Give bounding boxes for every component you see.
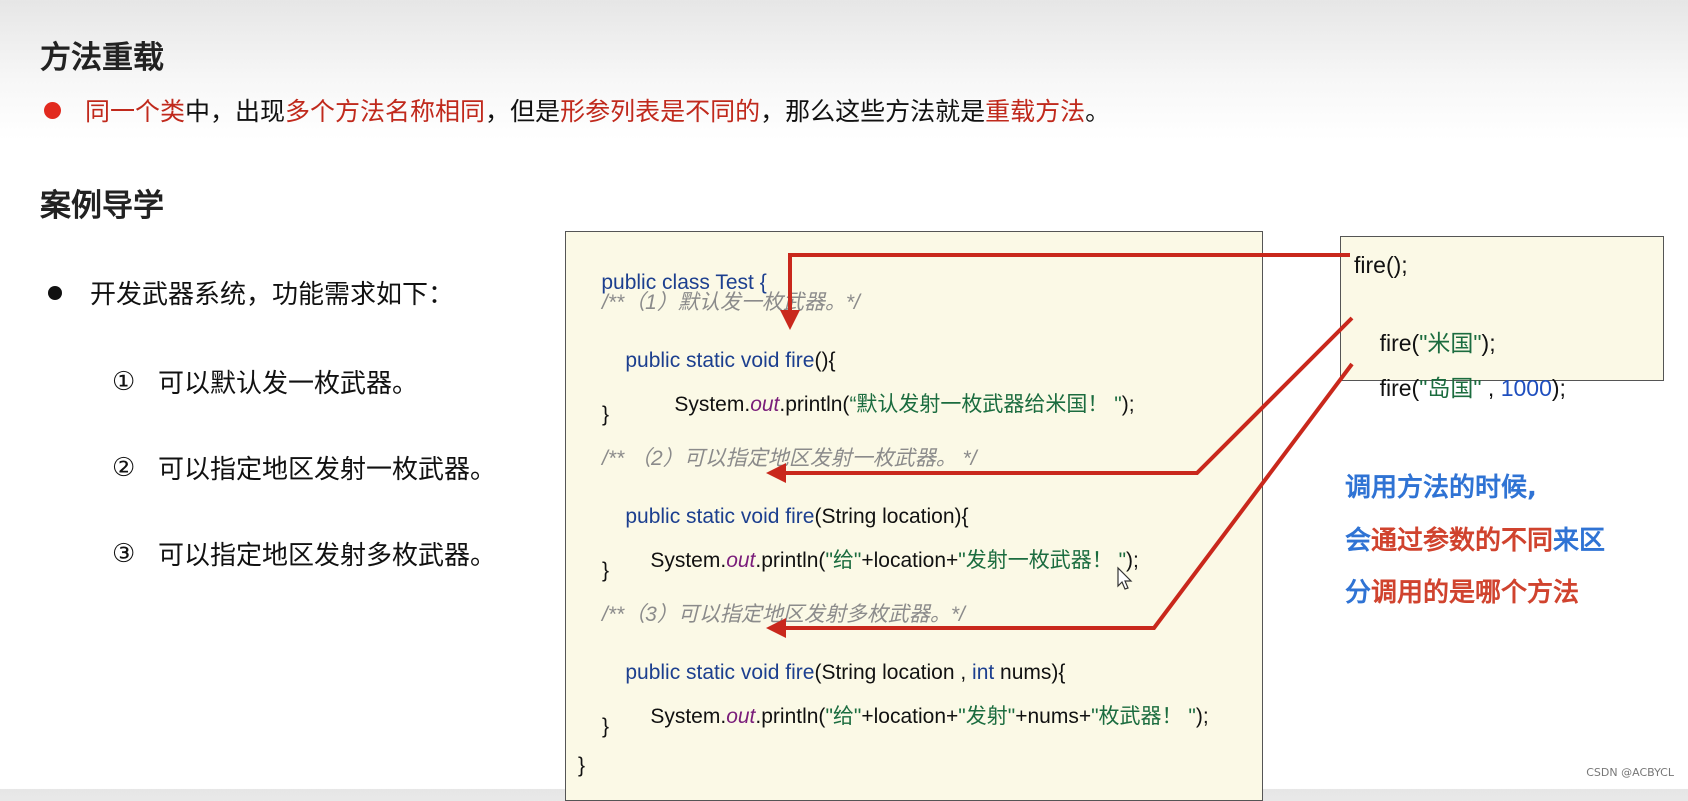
call-arrows — [766, 253, 1354, 638]
cursor-icon — [1117, 566, 1133, 590]
watermark: CSDN @ACBYCL — [1586, 766, 1674, 779]
arrow-call-1 — [780, 253, 1350, 330]
arrow-call-2 — [766, 316, 1354, 483]
